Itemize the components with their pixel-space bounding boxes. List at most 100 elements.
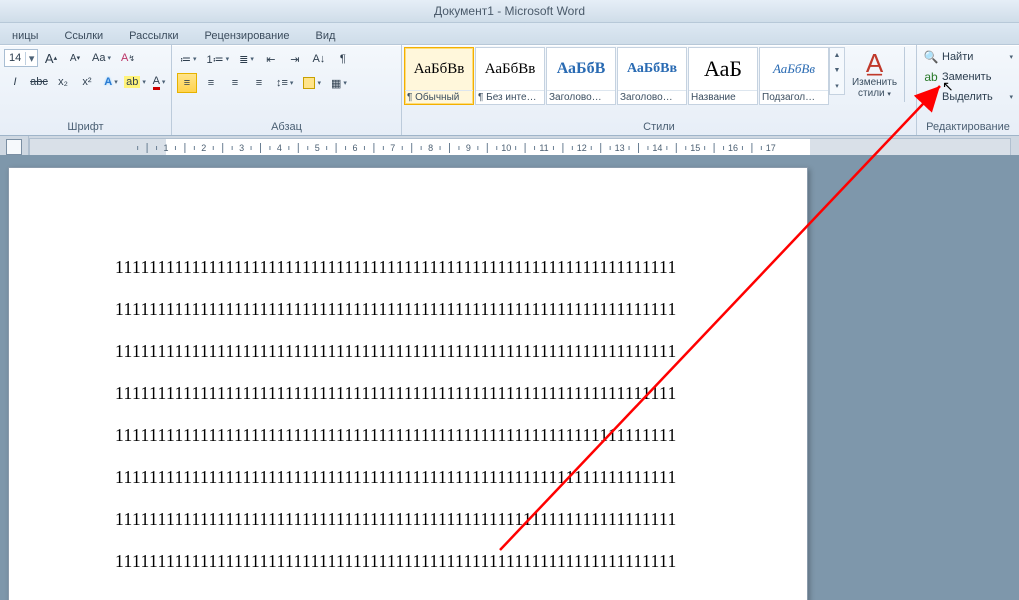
select-button[interactable]: ↖ Выделить ▾: [921, 87, 1015, 107]
select-label: Выделить: [942, 91, 993, 103]
align-justify-button[interactable]: ≡: [249, 73, 269, 93]
svg-text:10: 10: [501, 143, 511, 153]
svg-text:16: 16: [728, 143, 738, 153]
document-area[interactable]: 1111111111111111111111111111111111111111…: [0, 155, 1019, 600]
style-item-4[interactable]: АаБНазвание: [688, 47, 758, 105]
svg-text:3: 3: [239, 143, 244, 153]
subscript-button[interactable]: x₂: [53, 72, 73, 92]
multilevel-list-button[interactable]: ≣▾: [236, 49, 257, 69]
ribbon-tabs: ницы Ссылки Рассылки Рецензирование Вид: [0, 23, 1019, 45]
replace-icon: ab: [923, 69, 939, 85]
style-name: Подзагол…: [760, 90, 828, 104]
svg-text:14: 14: [652, 143, 662, 153]
group-label-font: Шрифт: [4, 121, 167, 135]
style-preview: АаБбВв: [773, 48, 815, 90]
find-button[interactable]: 🔍 Найти ▾: [921, 47, 1015, 67]
group-label-paragraph: Абзац: [176, 121, 397, 135]
document-paragraph[interactable]: 1111111111111111111111111111111111111111…: [115, 246, 727, 582]
line-spacing-button[interactable]: ↕≡▾: [273, 73, 296, 93]
tab-references[interactable]: Ссылки: [58, 28, 109, 44]
style-preview: АаБбВв: [414, 48, 465, 90]
align-center-button[interactable]: ≡: [201, 73, 221, 93]
grow-font-button[interactable]: A▴: [41, 48, 61, 68]
tab-mailings[interactable]: Рассылки: [123, 28, 184, 44]
style-item-3[interactable]: АаБбВвЗаголово…: [617, 47, 687, 105]
decrease-indent-button[interactable]: ⇤: [261, 49, 281, 69]
replace-button[interactable]: ab Заменить: [921, 67, 1015, 87]
align-right-button[interactable]: ≡: [225, 73, 245, 93]
change-styles-button[interactable]: A̲ Изменить стили ▾: [845, 47, 905, 102]
change-styles-label1: Изменить: [852, 77, 897, 88]
group-label-editing: Редактирование: [921, 121, 1015, 135]
style-name: ¶ Без инте…: [476, 90, 544, 104]
style-name: Название: [689, 90, 757, 104]
style-preview: АаБбВв: [485, 48, 536, 90]
superscript-button[interactable]: x²: [77, 72, 97, 92]
strike-button[interactable]: abc: [29, 72, 49, 92]
style-name: Заголово…: [547, 90, 615, 104]
ribbon: 14 ▾ A▴ A▾ Aa▾ A↯ I abc x₂ x² A▾ ab▾ A▾ …: [0, 45, 1019, 136]
style-name: ¶ Обычный: [405, 90, 473, 104]
borders-button[interactable]: ▦▾: [328, 73, 350, 93]
titlebar: Документ1 - Microsoft Word: [0, 0, 1019, 23]
style-item-2[interactable]: АаБбВЗаголово…: [546, 47, 616, 105]
scroll-down-icon[interactable]: ▼: [830, 63, 844, 78]
svg-text:11: 11: [539, 143, 548, 153]
text-effects-button[interactable]: A▾: [101, 72, 121, 92]
svg-text:1: 1: [163, 143, 168, 153]
highlight-button[interactable]: ab▾: [125, 72, 145, 92]
style-item-0[interactable]: АаБбВв¶ Обычный: [404, 47, 474, 105]
font-size-combo[interactable]: 14 ▾: [4, 49, 38, 67]
dropdown-arrow-icon: ▾: [25, 52, 37, 65]
group-font: 14 ▾ A▴ A▾ Aa▾ A↯ I abc x₂ x² A▾ ab▾ A▾ …: [0, 45, 172, 135]
italic-button[interactable]: I: [5, 72, 25, 92]
svg-text:8: 8: [428, 143, 433, 153]
group-label-styles: Стили: [402, 121, 916, 135]
group-styles: АаБбВв¶ ОбычныйАаБбВв¶ Без инте…АаБбВЗаг…: [402, 45, 917, 135]
svg-text:12: 12: [577, 143, 587, 153]
svg-text:15: 15: [690, 143, 700, 153]
tab-pages[interactable]: ницы: [6, 28, 44, 44]
align-left-button[interactable]: ≡: [177, 73, 197, 93]
sort-button[interactable]: A↓: [309, 49, 329, 69]
show-marks-button[interactable]: ¶: [333, 49, 353, 69]
svg-text:2: 2: [201, 143, 206, 153]
find-label: Найти: [942, 51, 973, 63]
shading-button[interactable]: ▾: [300, 73, 324, 93]
scroll-up-icon[interactable]: ▲: [830, 48, 844, 63]
svg-text:17: 17: [766, 143, 776, 153]
increase-indent-button[interactable]: ⇥: [285, 49, 305, 69]
style-name: Заголово…: [618, 90, 686, 104]
numbering-button[interactable]: 1≔▾: [204, 49, 233, 69]
svg-text:7: 7: [390, 143, 395, 153]
svg-text:13: 13: [615, 143, 625, 153]
group-paragraph: ≔▾ 1≔▾ ≣▾ ⇤ ⇥ A↓ ¶ ≡ ≡ ≡ ≡ ↕≡▾ ▾ ▦▾ Абза…: [172, 45, 402, 135]
change-styles-label2: стили ▾: [858, 88, 891, 100]
style-item-5[interactable]: АаБбВвПодзагол…: [759, 47, 829, 105]
replace-label: Заменить: [942, 71, 991, 83]
change-case-button[interactable]: Aa▾: [89, 48, 114, 68]
horizontal-ruler[interactable]: 1234567891011121314151617: [29, 138, 1011, 156]
style-preview: АаБбВ: [557, 48, 606, 90]
font-color-button[interactable]: A▾: [149, 72, 169, 92]
tab-review[interactable]: Рецензирование: [199, 28, 296, 44]
tab-view[interactable]: Вид: [310, 28, 342, 44]
svg-text:5: 5: [315, 143, 320, 153]
expand-gallery-icon[interactable]: ▾: [830, 78, 844, 94]
clear-formatting-button[interactable]: A↯: [118, 48, 138, 68]
window-title: Документ1 - Microsoft Word: [434, 0, 585, 22]
bullets-button[interactable]: ≔▾: [177, 49, 200, 69]
svg-text:9: 9: [466, 143, 471, 153]
style-item-1[interactable]: АаБбВв¶ Без инте…: [475, 47, 545, 105]
style-gallery-more[interactable]: ▲ ▼ ▾: [829, 47, 845, 95]
cursor-icon: ↖: [923, 89, 939, 105]
svg-text:6: 6: [352, 143, 357, 153]
group-editing: 🔍 Найти ▾ ab Заменить ↖ Выделить ▾ Редак…: [917, 45, 1019, 135]
shrink-font-button[interactable]: A▾: [65, 48, 85, 68]
style-preview: АаБ: [704, 48, 742, 90]
binoculars-icon: 🔍: [923, 49, 939, 65]
style-preview: АаБбВв: [627, 48, 677, 90]
page[interactable]: 1111111111111111111111111111111111111111…: [8, 167, 808, 600]
style-gallery[interactable]: АаБбВв¶ ОбычныйАаБбВв¶ Без инте…АаБбВЗаг…: [404, 47, 829, 107]
svg-text:4: 4: [277, 143, 282, 153]
